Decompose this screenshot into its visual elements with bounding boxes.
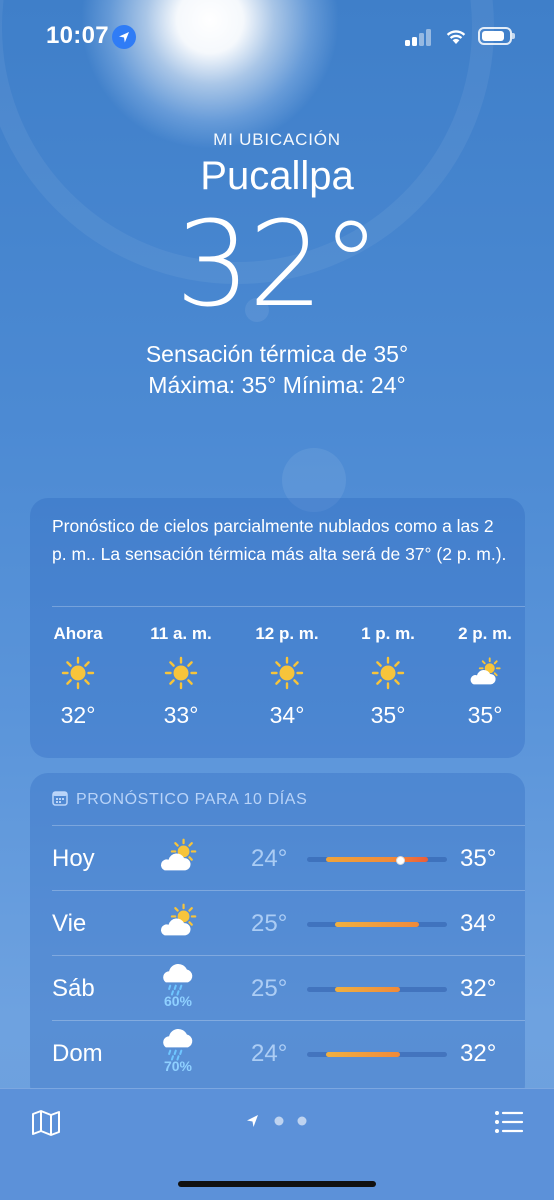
daily-forecast-title: PRONÓSTICO PARA 10 DÍAS bbox=[76, 791, 308, 808]
hour-temperature: 35° bbox=[370, 702, 406, 728]
precipitation-chance: 70% bbox=[163, 1058, 193, 1074]
day-name: Hoy bbox=[52, 845, 95, 872]
feels-like: Sensación térmica de 35° bbox=[145, 341, 409, 367]
sun-icon bbox=[164, 656, 198, 690]
high-low: Máxima: 35° Mínima: 24° bbox=[148, 372, 406, 398]
wifi-icon bbox=[446, 30, 466, 44]
low-temperature: 25° bbox=[251, 910, 288, 937]
bottom-toolbar bbox=[0, 1088, 554, 1200]
hour-label: 12 p. m. bbox=[255, 624, 319, 643]
daily-forecast-header: PRONÓSTICO PARA 10 DÍAS bbox=[52, 790, 307, 809]
temperature-range-bar bbox=[307, 987, 447, 992]
hourly-item: 1 p. m. 35° bbox=[338, 624, 438, 729]
temperature-range-fill bbox=[335, 922, 419, 927]
current-weather: MI UBICACIÓN Pucallpa 32° Sensación térm… bbox=[0, 130, 554, 399]
page-dot[interactable] bbox=[274, 1116, 284, 1126]
temperature-range-bar bbox=[307, 922, 447, 927]
city-name: Pucallpa bbox=[200, 154, 354, 198]
high-temperature: 35° bbox=[460, 845, 497, 872]
current-location-page-icon[interactable] bbox=[247, 1115, 258, 1127]
day-name: Sáb bbox=[52, 975, 95, 1002]
page-dot[interactable] bbox=[297, 1116, 307, 1126]
temperature-range-bar bbox=[307, 856, 447, 865]
location-label: MI UBICACIÓN bbox=[213, 130, 341, 149]
high-temperature: 32° bbox=[460, 1040, 497, 1067]
hour-temperature: 33° bbox=[163, 702, 199, 728]
location-services-icon bbox=[112, 25, 136, 49]
sun-icon bbox=[61, 656, 95, 690]
battery-level bbox=[482, 31, 505, 41]
high-temperature: 34° bbox=[460, 910, 497, 937]
current-temperature: 32° bbox=[175, 195, 380, 333]
temperature-range-fill bbox=[325, 856, 429, 865]
low-temperature: 24° bbox=[251, 1040, 288, 1067]
hour-temperature: 35° bbox=[467, 702, 503, 728]
hour-temperature: 32° bbox=[60, 702, 96, 728]
current-temp-marker bbox=[396, 856, 406, 865]
home-indicator[interactable] bbox=[178, 1181, 376, 1187]
temperature-range-fill bbox=[325, 1052, 401, 1057]
partly-cloudy-icon bbox=[158, 837, 198, 877]
high-temperature: 32° bbox=[460, 975, 497, 1002]
sun-icon bbox=[270, 656, 304, 690]
day-row[interactable]: Hoy 24° 35° bbox=[30, 825, 525, 889]
day-row[interactable]: Sáb 60% 25° 32° bbox=[30, 955, 525, 1019]
hourly-item: 11 a. m. 33° bbox=[131, 624, 231, 729]
day-row[interactable]: Dom 70% 24° 32° bbox=[30, 1020, 525, 1084]
hourly-item: 2 p. m. 35° bbox=[435, 624, 525, 729]
temperature-range-fill bbox=[335, 987, 401, 992]
list-icon[interactable] bbox=[494, 1109, 524, 1135]
day-name: Dom bbox=[52, 1040, 103, 1067]
map-icon[interactable] bbox=[31, 1109, 61, 1137]
hourly-forecast-card[interactable]: Pronóstico de cielos parcialmente nublad… bbox=[30, 498, 525, 758]
cellular-signal-icon bbox=[405, 28, 435, 46]
hour-label: 2 p. m. bbox=[458, 624, 512, 643]
low-temperature: 25° bbox=[251, 975, 288, 1002]
day-name: Vie bbox=[52, 910, 87, 937]
hour-label: Ahora bbox=[53, 624, 103, 643]
precipitation-chance: 60% bbox=[163, 993, 193, 1009]
forecast-summary: Pronóstico de cielos parcialmente nublad… bbox=[52, 516, 507, 564]
hour-label: 1 p. m. bbox=[361, 624, 415, 643]
page-indicator[interactable] bbox=[245, 1113, 311, 1134]
status-bar: 10:07 bbox=[0, 0, 554, 72]
low-temperature: 24° bbox=[251, 845, 288, 872]
hourly-item: 12 p. m. 34° bbox=[237, 624, 337, 729]
partly-cloudy-icon bbox=[468, 656, 502, 690]
hour-label: 11 a. m. bbox=[150, 624, 212, 643]
partly-cloudy-icon bbox=[158, 902, 198, 942]
hourly-list[interactable]: Ahora 32° 11 a. m. 33° 12 p. m. 34° 1 p. m.… bbox=[30, 624, 525, 744]
hour-temperature: 34° bbox=[269, 702, 305, 728]
day-row[interactable]: Vie 25° 34° bbox=[30, 890, 525, 954]
calendar-icon bbox=[52, 791, 68, 806]
temperature-range-bar bbox=[307, 1052, 447, 1057]
divider bbox=[52, 606, 525, 607]
sun-icon bbox=[371, 656, 405, 690]
daily-forecast-card[interactable]: PRONÓSTICO PARA 10 DÍAS Hoy 24° 35° Vie … bbox=[30, 773, 525, 1103]
status-time: 10:07 bbox=[46, 22, 109, 49]
hourly-item: Ahora 32° bbox=[30, 624, 128, 729]
battery-icon bbox=[478, 27, 515, 45]
